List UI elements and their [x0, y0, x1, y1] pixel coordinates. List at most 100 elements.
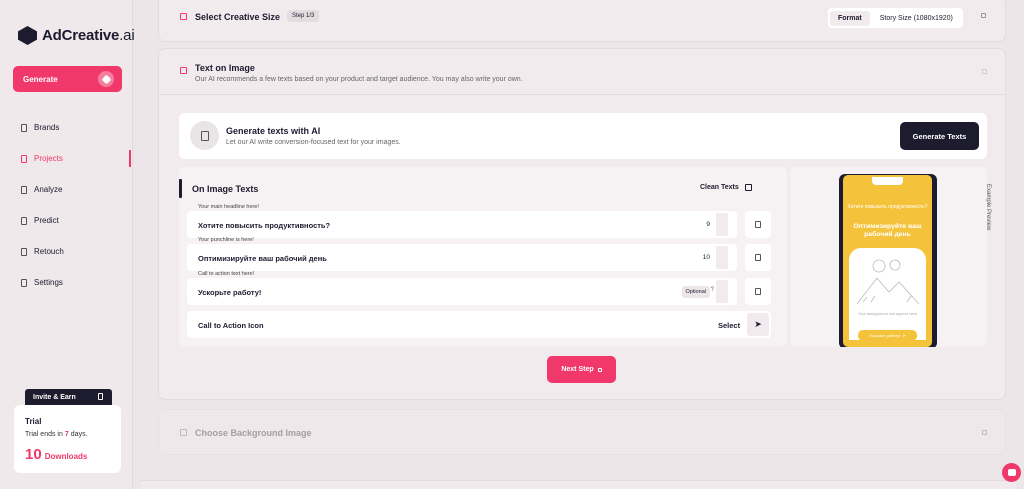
- punchline-input[interactable]: Оптимизируйте ваш рабочий день: [198, 254, 327, 263]
- optional-badge: Optional: [681, 286, 710, 298]
- generate-box-subtitle: Let our AI write conversion-focused text…: [226, 139, 401, 146]
- step-checkbox-icon: [180, 429, 187, 436]
- clean-texts-label: Clean Texts: [700, 184, 739, 191]
- expand-chevron-icon[interactable]: [981, 13, 986, 18]
- preview-cta-button: Ускорьте работу! ➤: [858, 330, 917, 341]
- sidebar-item-label: Retouch: [34, 247, 64, 256]
- sidebar-item-label: Settings: [34, 278, 63, 287]
- target-icon: [21, 216, 27, 225]
- wand-icon: [21, 247, 27, 256]
- delete-punchline-button[interactable]: [745, 244, 771, 271]
- step-select-creative-size[interactable]: Select Creative Size Step 1/3 Format Sto…: [158, 0, 1006, 42]
- ai-text-icon: [190, 121, 219, 150]
- step-title: Select Creative Size: [195, 12, 281, 22]
- drag-handle[interactable]: [716, 280, 728, 303]
- logo[interactable]: AdCreative.ai: [18, 26, 135, 45]
- sidebar-item-retouch[interactable]: Retouch: [0, 236, 133, 267]
- preview-punchline: Оптимизируйте ваш рабочий день: [853, 223, 922, 239]
- generate-box-title: Generate texts with AI: [226, 126, 321, 136]
- sidebar-item-label: Brands: [34, 123, 60, 132]
- expand-chevron-icon[interactable]: [982, 430, 987, 435]
- sidebar-item-predict[interactable]: Predict: [0, 205, 133, 236]
- preview-image-caption: Your background will appear here: [857, 311, 918, 316]
- invite-label: Invite & Earn: [33, 393, 76, 401]
- char-count: 10: [702, 254, 710, 261]
- sidebar-item-projects[interactable]: Projects: [0, 143, 133, 174]
- main-content: Select Creative Size Step 1/3 Format Sto…: [141, 0, 1016, 489]
- sparkle-icon: [98, 71, 114, 87]
- step-checkbox-icon: [180, 67, 187, 74]
- cta-text-input[interactable]: Ускорьте работу!: [198, 288, 261, 297]
- trial-title: Trial: [25, 417, 42, 426]
- phone-preview: Хотите повысить продуктивность? Оптимизи…: [843, 175, 932, 347]
- phone-notch: [872, 177, 903, 185]
- format-toggle: Format Story Size (1080x1920): [828, 8, 963, 28]
- gift-icon: [98, 393, 103, 400]
- chat-support-button[interactable]: [1002, 463, 1021, 482]
- char-count: 9: [706, 221, 710, 228]
- delete-headline-button[interactable]: [745, 211, 771, 238]
- mountain-image-icon: [856, 259, 920, 305]
- sidebar: AdCreative.ai Generate Brands Projects A…: [0, 0, 135, 489]
- punchline-field[interactable]: Your punchline is here! Оптимизируйте ва…: [187, 237, 737, 271]
- step-badge: Step 1/3: [287, 10, 320, 22]
- step-text-on-image: Text on Image Our AI recommends a few te…: [158, 48, 1006, 400]
- chart-icon: [21, 185, 27, 194]
- generate-button[interactable]: Generate: [13, 66, 122, 92]
- collapse-chevron-icon[interactable]: [982, 69, 987, 74]
- field-label: Your punchline is here!: [198, 237, 254, 243]
- cta-icon-row[interactable]: Call to Action Icon Select ➤: [187, 311, 771, 338]
- preview-image-placeholder: Your background will appear here: [849, 248, 926, 340]
- drag-handle[interactable]: [716, 246, 728, 269]
- cta-icon-label: Call to Action Icon: [198, 321, 264, 330]
- chat-icon: [1007, 469, 1016, 476]
- story-size-button[interactable]: Story Size (1080x1920): [872, 11, 961, 26]
- step-title: Choose Background Image: [195, 428, 312, 438]
- trash-icon: [755, 288, 761, 295]
- cta-text-field[interactable]: Call to action text here! Ускорьте работ…: [187, 271, 737, 305]
- next-step-card-edge: [141, 480, 1016, 489]
- step-checkbox-icon: [180, 13, 187, 20]
- next-step-button[interactable]: Next Step: [547, 356, 616, 383]
- sidebar-item-label: Predict: [34, 216, 59, 225]
- sidebar-item-label: Analyze: [34, 185, 63, 194]
- help-icon[interactable]: ?: [711, 287, 714, 293]
- step-title: Text on Image: [195, 63, 255, 73]
- logo-mark-icon: [18, 26, 37, 45]
- next-step-label: Next Step: [561, 366, 594, 373]
- headline-field[interactable]: Your main headline here! Хотите повысить…: [187, 204, 737, 238]
- clean-texts-toggle[interactable]: Clean Texts: [700, 184, 752, 191]
- on-image-texts-title: On Image Texts: [192, 184, 259, 194]
- folder-icon: [21, 154, 27, 163]
- drag-handle[interactable]: [716, 213, 728, 236]
- on-image-texts-panel: On Image Texts Clean Texts Your main hea…: [179, 167, 787, 347]
- step-choose-background[interactable]: Choose Background Image: [158, 409, 1006, 455]
- rocket-icon: ➤: [902, 333, 906, 338]
- sidebar-item-brands[interactable]: Brands: [0, 112, 133, 143]
- invite-earn-button[interactable]: Invite & Earn: [25, 389, 112, 405]
- delete-cta-button[interactable]: [745, 278, 771, 305]
- generate-texts-button[interactable]: Generate Texts: [900, 122, 979, 150]
- example-preview-panel: Хотите повысить продуктивность? Оптимизи…: [790, 167, 987, 347]
- rocket-icon[interactable]: ➤: [747, 313, 769, 336]
- sidebar-item-settings[interactable]: Settings: [0, 267, 133, 298]
- trial-card: Trial Trial ends in 7 days. 10 Downloads: [14, 405, 121, 473]
- trash-icon: [755, 221, 761, 228]
- field-label: Call to action text here!: [198, 271, 255, 277]
- gear-icon: [21, 278, 27, 287]
- cta-icon-select[interactable]: Select: [718, 321, 740, 330]
- generate-label: Generate: [23, 74, 58, 84]
- trial-ends-text: Trial ends in 7 days.: [25, 431, 88, 438]
- downloads-count: 10 Downloads: [25, 446, 88, 463]
- sidebar-item-label: Projects: [34, 154, 63, 163]
- trash-icon: [755, 254, 761, 261]
- sidebar-item-analyze[interactable]: Analyze: [0, 174, 133, 205]
- format-button[interactable]: Format: [830, 10, 870, 26]
- generate-texts-box: Generate texts with AI Let our AI write …: [179, 113, 987, 159]
- section-accent-bar: [179, 179, 182, 198]
- step-subtitle: Our AI recommends a few texts based on y…: [195, 76, 523, 83]
- headline-input[interactable]: Хотите повысить продуктивность?: [198, 221, 330, 230]
- checkbox-icon[interactable]: [744, 184, 752, 191]
- arrow-icon: [597, 367, 602, 372]
- logo-text: AdCreative.ai: [42, 27, 135, 44]
